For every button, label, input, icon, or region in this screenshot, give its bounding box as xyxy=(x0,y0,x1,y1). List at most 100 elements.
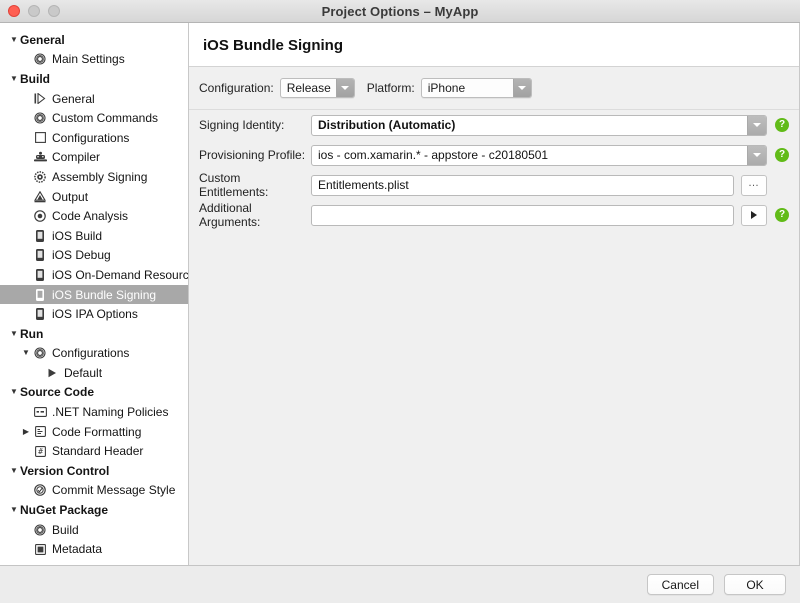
configuration-dropdown[interactable]: Release xyxy=(280,78,355,98)
gear-outline-icon xyxy=(32,346,48,360)
sidebar-item-label: Main Settings xyxy=(52,53,125,65)
sidebar-item-label: Compiler xyxy=(52,151,100,163)
play-triangle-icon xyxy=(751,211,757,219)
sidebar-item-ios-build[interactable]: iOS Build xyxy=(0,226,188,246)
configuration-row: Configuration: Release Platform: iPhone xyxy=(189,67,799,110)
sidebar-item-source-code[interactable]: ▼Source Code xyxy=(0,383,188,403)
signing-identity-value: Distribution (Automatic) xyxy=(312,116,747,135)
gear-outline-icon xyxy=(32,523,48,537)
disclosure-expanded-icon[interactable]: ▼ xyxy=(20,349,32,357)
cancel-button[interactable]: Cancel xyxy=(647,574,714,595)
close-button-icon[interactable] xyxy=(8,5,20,17)
sidebar-item-output[interactable]: Output xyxy=(0,187,188,207)
chevron-down-icon xyxy=(513,79,531,97)
content-body: Configuration: Release Platform: iPhone … xyxy=(189,67,799,565)
sidebar-item-standard-header[interactable]: #Standard Header xyxy=(0,441,188,461)
device-icon xyxy=(32,229,48,243)
sidebar-item-label: Code Analysis xyxy=(52,210,128,222)
sidebar-item-compiler[interactable]: Compiler xyxy=(0,148,188,168)
sidebar-item-commit-message-style[interactable]: Commit Message Style xyxy=(0,481,188,501)
project-options-window: Project Options – MyApp ▼GeneralMain Set… xyxy=(0,0,800,603)
sidebar-item-nuget-package[interactable]: ▼NuGet Package xyxy=(0,500,188,520)
content-panel: iOS Bundle Signing Configuration: Releas… xyxy=(189,23,800,565)
sidebar-item-configurations[interactable]: Configurations xyxy=(0,128,188,148)
sidebar-item-label: iOS Bundle Signing xyxy=(52,289,156,301)
minimize-button-icon[interactable] xyxy=(28,5,40,17)
signing-identity-label: Signing Identity: xyxy=(199,118,311,132)
sidebar-item-ios-ipa-options[interactable]: iOS IPA Options xyxy=(0,304,188,324)
custom-entitlements-label: Custom Entitlements: xyxy=(199,171,311,199)
additional-arguments-expand-button[interactable] xyxy=(741,205,767,226)
zoom-button-icon[interactable] xyxy=(48,5,60,17)
sidebar-item-label: Output xyxy=(52,191,88,203)
sidebar-item-label: Configurations xyxy=(52,347,129,359)
sidebar-item-main-settings[interactable]: Main Settings xyxy=(0,50,188,70)
options-sidebar[interactable]: ▼GeneralMain Settings▼BuildGeneralCustom… xyxy=(0,23,189,565)
svg-text:#: # xyxy=(38,447,43,456)
disclosure-expanded-icon[interactable]: ▼ xyxy=(8,506,20,514)
custom-entitlements-input[interactable]: Entitlements.plist xyxy=(311,175,734,196)
provisioning-profile-value: ios - com.xamarin.* - appstore - c201805… xyxy=(312,146,747,165)
platform-dropdown[interactable]: iPhone xyxy=(421,78,532,98)
sidebar-item-build[interactable]: Build xyxy=(0,520,188,540)
disclosure-expanded-icon[interactable]: ▼ xyxy=(8,75,20,83)
additional-arguments-label: Additional Arguments: xyxy=(199,201,311,229)
sidebar-item-label: Default xyxy=(64,367,102,379)
ok-button[interactable]: OK xyxy=(724,574,786,595)
sidebar-item-ios-debug[interactable]: iOS Debug xyxy=(0,246,188,266)
sidebar-item-label: Build xyxy=(20,73,50,85)
signing-identity-help-icon[interactable]: ? xyxy=(775,118,789,132)
disclosure-collapsed-icon[interactable]: ▶ xyxy=(20,428,32,436)
sidebar-item-custom-commands[interactable]: Custom Commands xyxy=(0,108,188,128)
sidebar-item-label: General xyxy=(20,34,65,46)
sidebar-item-label: Configurations xyxy=(52,132,129,144)
sidebar-item-code-formatting[interactable]: ▶Code Formatting xyxy=(0,422,188,442)
commit-message-icon xyxy=(32,483,48,497)
custom-entitlements-browse-button[interactable]: … xyxy=(741,175,767,196)
content-header: iOS Bundle Signing xyxy=(189,23,799,67)
chevron-down-icon xyxy=(747,146,766,165)
sidebar-item-ios-on-demand-resources[interactable]: iOS On-Demand Resources xyxy=(0,265,188,285)
sidebar-item-general[interactable]: ▼General xyxy=(0,30,188,50)
sidebar-item-general[interactable]: General xyxy=(0,89,188,109)
sidebar-item-net-naming-policies[interactable]: .NET Naming Policies xyxy=(0,402,188,422)
sidebar-item-version-control[interactable]: ▼Version Control xyxy=(0,461,188,481)
chevron-down-icon xyxy=(747,116,766,135)
sidebar-item-configurations[interactable]: ▼ Configurations xyxy=(0,344,188,364)
disclosure-expanded-icon[interactable]: ▼ xyxy=(8,330,20,338)
sidebar-item-label: .NET Naming Policies xyxy=(52,406,168,418)
disclosure-expanded-icon[interactable]: ▼ xyxy=(8,388,20,396)
sidebar-item-label: Version Control xyxy=(20,465,109,477)
window-title: Project Options – MyApp xyxy=(322,4,479,19)
provisioning-profile-row: Provisioning Profile:ios - com.xamarin.*… xyxy=(189,140,799,170)
provisioning-profile-help-icon[interactable]: ? xyxy=(775,148,789,162)
additional-arguments-help-icon[interactable]: ? xyxy=(775,208,789,222)
sidebar-item-code-analysis[interactable]: Code Analysis xyxy=(0,206,188,226)
sidebar-item-label: iOS Build xyxy=(52,230,102,242)
signing-identity-dropdown[interactable]: Distribution (Automatic) xyxy=(311,115,767,136)
additional-arguments-input[interactable] xyxy=(311,205,734,226)
sidebar-item-label: Source Code xyxy=(20,386,94,398)
sidebar-item-label: Build xyxy=(52,524,79,536)
dialog-footer: Cancel OK xyxy=(0,565,800,603)
disclosure-expanded-icon[interactable]: ▼ xyxy=(8,467,20,475)
page-title: iOS Bundle Signing xyxy=(203,37,799,54)
sidebar-item-label: Custom Commands xyxy=(52,112,158,124)
provisioning-profile-dropdown[interactable]: ios - com.xamarin.* - appstore - c201805… xyxy=(311,145,767,166)
play-triangle-icon xyxy=(44,366,60,380)
sidebar-item-label: iOS IPA Options xyxy=(52,308,138,320)
sidebar-item-run[interactable]: ▼Run xyxy=(0,324,188,344)
disclosure-expanded-icon[interactable]: ▼ xyxy=(8,36,20,44)
title-bar: Project Options – MyApp xyxy=(0,0,800,23)
sidebar-item-label: General xyxy=(52,93,95,105)
sidebar-item-default[interactable]: Default xyxy=(0,363,188,383)
device-icon xyxy=(32,268,48,282)
configuration-label: Configuration: xyxy=(199,81,274,95)
platform-value: iPhone xyxy=(422,79,513,97)
sidebar-item-assembly-signing[interactable]: Assembly Signing xyxy=(0,167,188,187)
sidebar-item-label: iOS On-Demand Resources xyxy=(52,269,189,281)
device-icon xyxy=(32,307,48,321)
sidebar-item-ios-bundle-signing[interactable]: iOS Bundle Signing xyxy=(0,285,188,305)
sidebar-item-metadata[interactable]: Metadata xyxy=(0,539,188,559)
sidebar-item-build[interactable]: ▼Build xyxy=(0,69,188,89)
